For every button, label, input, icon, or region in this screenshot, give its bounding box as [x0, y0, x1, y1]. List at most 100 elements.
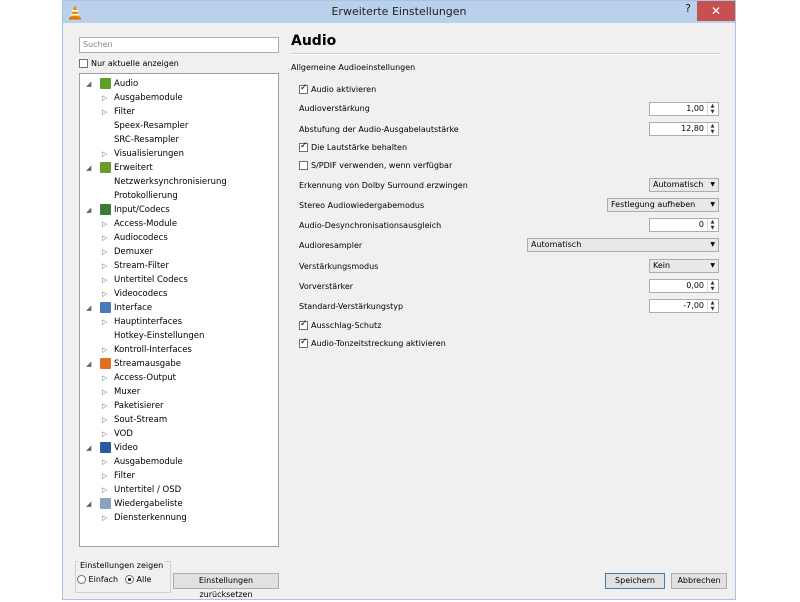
checkbox-box[interactable]: [299, 337, 308, 348]
tree-subcategory[interactable]: ▷ Sout-Stream: [102, 413, 167, 427]
collapse-arrow-icon[interactable]: ▷: [102, 217, 107, 231]
tree-subcategory[interactable]: ▷ Kontroll-Interfaces: [102, 343, 192, 357]
collapse-arrow-icon[interactable]: ▷: [102, 231, 107, 245]
audio-enable-checkbox[interactable]: Audio aktivieren: [299, 83, 377, 94]
resampler-select[interactable]: Automatisch ▼: [527, 238, 719, 252]
collapse-arrow-icon[interactable]: ▷: [102, 511, 107, 525]
collapse-arrow-icon[interactable]: ▷: [102, 371, 107, 385]
tree-subcategory[interactable]: SRC-Resampler: [114, 133, 179, 147]
checkbox-box[interactable]: [299, 319, 308, 330]
tree-subcategory[interactable]: ▷ Ausgabemodule: [102, 91, 183, 105]
checkbox-box[interactable]: [299, 161, 308, 170]
collapse-arrow-icon[interactable]: ▷: [102, 315, 107, 329]
radio-all-label: Alle: [136, 575, 152, 584]
spin-arrows-icon[interactable]: ▲ ▼: [707, 300, 717, 312]
collapse-arrow-icon[interactable]: ▷: [102, 343, 107, 357]
spin-arrows-icon[interactable]: ▲ ▼: [707, 103, 717, 115]
tree-subcategory[interactable]: ▷ Muxer: [102, 385, 140, 399]
tree-subcategory[interactable]: ▷ Videocodecs: [102, 287, 167, 301]
tree-subcategory[interactable]: ▷ Filter: [102, 469, 135, 483]
expand-arrow-icon[interactable]: ◢: [86, 441, 91, 455]
expand-arrow-icon[interactable]: ◢: [86, 301, 91, 315]
preamp-spinbox[interactable]: 0,00 ▲ ▼: [649, 279, 719, 293]
tree-subcategory[interactable]: ▷ Stream-Filter: [102, 259, 169, 273]
tree-subcategory[interactable]: ▷ Visualisierungen: [102, 147, 184, 161]
volume-step-spinbox[interactable]: 12,80 ▲ ▼: [649, 122, 719, 136]
expand-arrow-icon[interactable]: ◢: [86, 77, 91, 91]
spdif-checkbox[interactable]: S/PDIF verwenden, wenn verfügbar: [299, 161, 452, 170]
help-button[interactable]: ?: [679, 2, 697, 20]
tree-subcategory[interactable]: ▷ Demuxer: [102, 245, 153, 259]
tree-subcategory[interactable]: ▷ Hauptinterfaces: [102, 315, 182, 329]
stereo-select[interactable]: Festlegung aufheben ▼: [607, 198, 719, 212]
tree-subcategory[interactable]: ▷ Untertitel / OSD: [102, 483, 181, 497]
expand-arrow-icon[interactable]: ◢: [86, 203, 91, 217]
collapse-arrow-icon[interactable]: ▷: [102, 91, 107, 105]
only-current-checkbox[interactable]: Nur aktuelle anzeigen: [79, 59, 179, 68]
spin-arrows-icon[interactable]: ▲ ▼: [707, 219, 717, 231]
tree-subcategory[interactable]: Protokollierung: [114, 189, 178, 203]
category-tree[interactable]: ◢ Audio ▷ Ausgabemodule ▷ Filter Speex-Resampl…: [79, 73, 279, 547]
collapse-arrow-icon[interactable]: ▷: [102, 273, 107, 287]
collapse-arrow-icon[interactable]: ▷: [102, 105, 107, 119]
tree-category[interactable]: ◢ Wiedergabeliste: [86, 497, 183, 511]
checkbox-box[interactable]: [299, 83, 308, 94]
peak-protection-checkbox[interactable]: Ausschlag-Schutz: [299, 319, 381, 330]
tree-category[interactable]: ◢ Audio: [86, 77, 139, 91]
gain-spinbox[interactable]: 1,00 ▲ ▼: [649, 102, 719, 116]
collapse-arrow-icon[interactable]: ▷: [102, 413, 107, 427]
radio-simple[interactable]: Einfach: [77, 575, 118, 584]
reset-settings-button[interactable]: Einstellungen zurücksetzen: [173, 573, 279, 599]
collapse-arrow-icon[interactable]: ▷: [102, 455, 107, 469]
expand-arrow-icon[interactable]: ◢: [86, 497, 91, 511]
tree-category[interactable]: ◢ Video: [86, 441, 138, 455]
tree-subcategory[interactable]: ▷ Paketisierer: [102, 399, 164, 413]
tree-subcategory[interactable]: ▷ VOD: [102, 427, 133, 441]
desync-spinbox[interactable]: 0 ▲ ▼: [649, 218, 719, 232]
collapse-arrow-icon[interactable]: ▷: [102, 427, 107, 441]
expand-arrow-icon[interactable]: ◢: [86, 357, 91, 371]
collapse-arrow-icon[interactable]: ▷: [102, 399, 107, 413]
spin-arrows-icon[interactable]: ▲ ▼: [707, 280, 717, 292]
radio-all-circle[interactable]: [125, 575, 134, 584]
keep-volume-checkbox[interactable]: Die Lautstärke behalten: [299, 141, 407, 152]
spin-arrows-icon[interactable]: ▲ ▼: [707, 123, 717, 135]
radio-all[interactable]: Alle: [125, 575, 151, 584]
tree-subcategory[interactable]: ▷ Audiocodecs: [102, 231, 168, 245]
close-button[interactable]: ✕: [697, 1, 735, 21]
tree-subcategory[interactable]: Hotkey-Einstellungen: [114, 329, 204, 343]
tree-subcategory[interactable]: ▷ Filter: [102, 105, 135, 119]
cancel-button[interactable]: Abbrechen: [671, 573, 727, 589]
tree-subcategory[interactable]: ▷ Ausgabemodule: [102, 455, 183, 469]
search-input[interactable]: Suchen: [79, 37, 279, 53]
replaygain-select[interactable]: Kein ▼: [649, 259, 719, 273]
tree-subcategory[interactable]: ▷ Diensterkennung: [102, 511, 187, 525]
collapse-arrow-icon[interactable]: ▷: [102, 245, 107, 259]
tree-subcategory[interactable]: ▷ Access-Output: [102, 371, 176, 385]
tree-item-label: SRC-Resampler: [114, 135, 180, 145]
tree-subcategory[interactable]: ▷ Untertitel Codecs: [102, 273, 188, 287]
tree-subcategory[interactable]: ▷ Access-Module: [102, 217, 177, 231]
default-gain-spinbox[interactable]: -7,00 ▲ ▼: [649, 299, 719, 313]
time-stretch-checkbox[interactable]: Audio-Tonzeitstreckung aktivieren: [299, 337, 446, 348]
checkbox-box[interactable]: [299, 141, 308, 152]
collapse-arrow-icon[interactable]: ▷: [102, 147, 107, 161]
collapse-arrow-icon[interactable]: ▷: [102, 287, 107, 301]
collapse-arrow-icon[interactable]: ▷: [102, 469, 107, 483]
tree-category[interactable]: ◢ Erweitert: [86, 161, 153, 175]
collapse-arrow-icon[interactable]: ▷: [102, 259, 107, 273]
radio-simple-circle[interactable]: [77, 575, 86, 584]
dolby-select[interactable]: Automatisch ▼: [649, 178, 719, 192]
audio-enable-label: Audio aktivieren: [311, 85, 377, 94]
expand-arrow-icon[interactable]: ◢: [86, 161, 91, 175]
tree-subcategory[interactable]: Speex-Resampler: [114, 119, 188, 133]
collapse-arrow-icon[interactable]: ▷: [102, 483, 107, 497]
tree-category[interactable]: ◢ Input/Codecs: [86, 203, 170, 217]
collapse-arrow-icon[interactable]: ▷: [102, 385, 107, 399]
preferences-window: Erweiterte Einstellungen ? ✕ Suchen Nur …: [62, 0, 736, 600]
tree-category[interactable]: ◢ Interface: [86, 301, 152, 315]
save-button[interactable]: Speichern: [605, 573, 665, 589]
tree-category[interactable]: ◢ Streamausgabe: [86, 357, 181, 371]
tree-subcategory[interactable]: Netzwerksynchronisierung: [114, 175, 227, 189]
checkbox-box[interactable]: [79, 59, 88, 68]
